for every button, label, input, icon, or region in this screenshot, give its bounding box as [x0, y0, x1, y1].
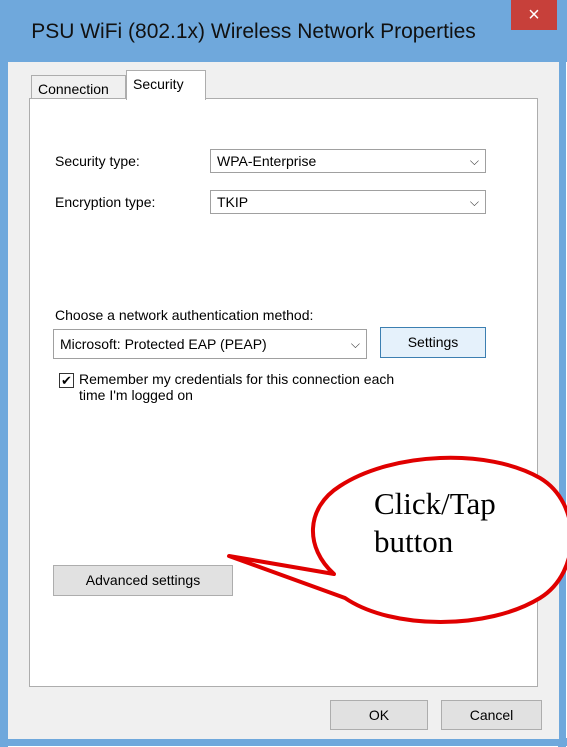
security-type-value: WPA-Enterprise — [217, 153, 317, 169]
remember-credentials-line-2: time I'm logged on — [79, 387, 193, 403]
security-type-select[interactable]: WPA-Enterprise ⌵ — [210, 149, 486, 173]
callout-line-2: button — [374, 524, 454, 559]
security-tab-panel: Security type: WPA-Enterprise ⌵ Encrypti… — [29, 98, 538, 687]
remember-credentials-label: Remember my credentials for this connect… — [79, 371, 394, 403]
tab-connection[interactable]: Connection — [31, 75, 126, 99]
properties-window: PSU WiFi (802.1x) Wireless Network Prope… — [0, 0, 567, 747]
ok-button[interactable]: OK — [330, 700, 428, 730]
check-icon: ✔ — [61, 373, 72, 388]
encryption-type-label: Encryption type: — [55, 194, 156, 210]
title-bar[interactable]: PSU WiFi (802.1x) Wireless Network Prope… — [0, 0, 567, 62]
window-border-left — [0, 0, 8, 747]
auth-method-value: Microsoft: Protected EAP (PEAP) — [60, 336, 267, 352]
encryption-type-select[interactable]: TKIP ⌵ — [210, 190, 486, 214]
close-icon: × — [528, 4, 540, 26]
chevron-down-icon: ⌵ — [350, 337, 360, 351]
window-title: PSU WiFi (802.1x) Wireless Network Prope… — [31, 20, 476, 43]
tab-connection-label: Connection — [38, 81, 109, 97]
callout-text: Click/Tap button — [374, 485, 496, 561]
cancel-button[interactable]: Cancel — [441, 700, 542, 730]
advanced-settings-button[interactable]: Advanced settings — [53, 565, 233, 596]
dialog-client-area: Connection Security Security type: WPA-E… — [8, 62, 559, 739]
auth-method-select[interactable]: Microsoft: Protected EAP (PEAP) ⌵ — [53, 329, 367, 359]
encryption-type-value: TKIP — [217, 194, 249, 210]
chevron-down-icon: ⌵ — [469, 195, 479, 209]
security-type-label: Security type: — [55, 153, 140, 169]
tab-security[interactable]: Security — [126, 70, 206, 100]
tab-security-label: Security — [133, 76, 184, 92]
window-border-bottom — [0, 738, 567, 746]
window-border-right — [558, 0, 566, 747]
remember-credentials-line-1: Remember my credentials for this connect… — [79, 371, 395, 387]
auth-method-label: Choose a network authentication method: — [55, 307, 314, 323]
callout-line-1: Click/Tap — [374, 486, 496, 521]
chevron-down-icon: ⌵ — [469, 154, 479, 168]
close-button[interactable]: × — [511, 0, 557, 30]
settings-button[interactable]: Settings — [380, 327, 486, 358]
remember-credentials-checkbox[interactable]: ✔ — [59, 373, 74, 388]
